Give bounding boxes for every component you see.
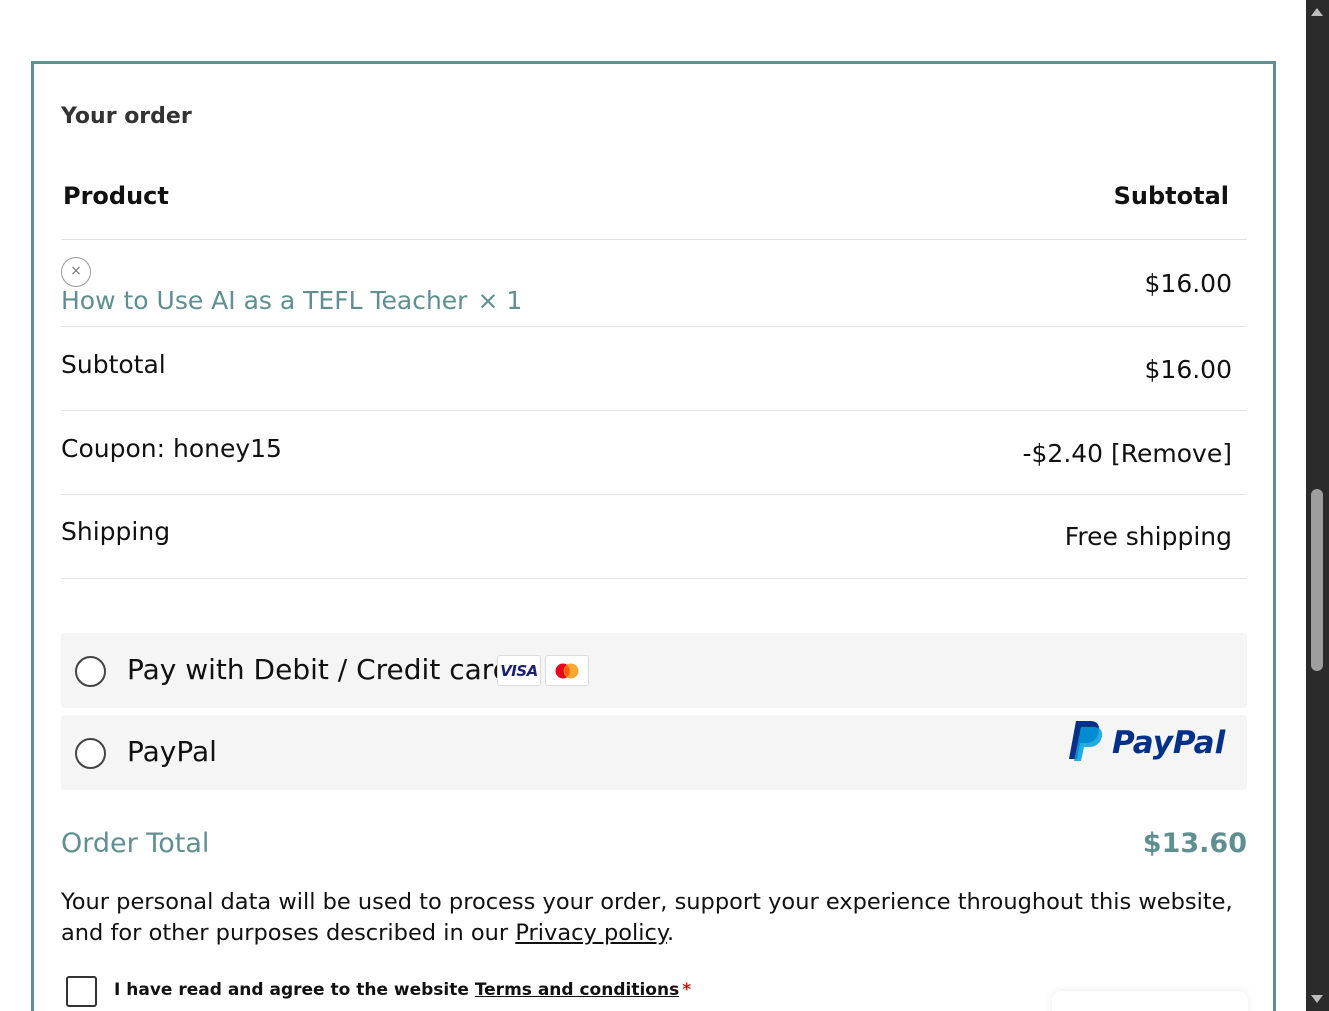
shipping-label: Shipping (61, 517, 171, 546)
checkout-page: Your order Product Subtotal × How to Use… (0, 0, 1306, 1011)
column-product-header: Product (63, 182, 169, 210)
subtotal-label: Subtotal (61, 350, 166, 379)
order-title: Your order (61, 104, 192, 129)
scroll-up-arrow-icon[interactable] (1311, 8, 1323, 16)
visa-logo: VISA (497, 655, 541, 686)
privacy-text-end: . (666, 920, 675, 946)
cart-item-row: × How to Use AI as a TEFL Teacher × 1 $16… (61, 241, 1247, 327)
coupon-row: Coupon: honey15 -$2.40 [Remove] (61, 412, 1247, 495)
terms-agreement-row: I have read and agree to the website Ter… (66, 974, 966, 1008)
terms-checkbox[interactable] (66, 976, 97, 1007)
scrollbar-thumb[interactable] (1311, 489, 1323, 671)
coupon-amount: -$2.40 (1022, 439, 1104, 468)
remove-item-icon[interactable]: × (61, 257, 91, 287)
subtotal-value: $16.00 (1144, 355, 1232, 384)
order-review-card: Your order Product Subtotal × How to Use… (31, 61, 1276, 1011)
product-price: $16.00 (1144, 269, 1232, 298)
order-total-row: Order Total $13.60 (61, 828, 1247, 868)
mastercard-icon (555, 663, 579, 678)
order-table-header: Product Subtotal (61, 182, 1247, 240)
order-total-value: $13.60 (1142, 828, 1247, 859)
mastercard-logo (545, 655, 589, 686)
subtotal-row: Subtotal $16.00 (61, 328, 1247, 411)
coupon-value: -$2.40 [Remove] (1022, 439, 1232, 468)
remove-coupon-link[interactable]: [Remove] (1111, 439, 1232, 468)
column-subtotal-header: Subtotal (1113, 182, 1229, 210)
order-total-label: Order Total (61, 828, 210, 859)
product-title-link[interactable]: How to Use AI as a TEFL Teacher (61, 286, 467, 315)
product-name: How to Use AI as a TEFL Teacher × 1 (61, 286, 522, 315)
paypal-logo-icon: PayPal (1069, 721, 1226, 761)
terms-text: I have read and agree to the website (114, 980, 475, 1000)
card-payment-radio[interactable] (75, 656, 106, 687)
product-quantity: × 1 (477, 286, 523, 315)
shipping-value: Free shipping (1064, 522, 1232, 551)
visa-logo-text: VISA (500, 661, 538, 680)
privacy-policy-link[interactable]: Privacy policy (515, 920, 667, 946)
coupon-label: Coupon: honey15 (61, 434, 282, 463)
paypal-logo-text: PayPal (1112, 725, 1226, 761)
payment-option-card[interactable]: Pay with Debit / Credit card VISA (61, 633, 1247, 708)
card-payment-label[interactable]: Pay with Debit / Credit card (127, 653, 511, 686)
scroll-down-arrow-icon[interactable] (1311, 995, 1323, 1003)
page-scrollbar[interactable] (1306, 0, 1329, 1011)
place-order-button[interactable] (1052, 991, 1248, 1011)
required-marker: * (682, 980, 692, 1000)
privacy-notice: Your personal data will be used to proce… (61, 887, 1241, 949)
terms-conditions-link[interactable]: Terms and conditions (475, 980, 679, 1000)
terms-label: I have read and agree to the website Ter… (114, 980, 691, 1000)
paypal-payment-radio[interactable] (75, 738, 106, 769)
payment-option-paypal[interactable]: PayPal PayPal (61, 715, 1247, 790)
card-brand-logos: VISA (497, 655, 589, 686)
paypal-payment-label[interactable]: PayPal (127, 735, 217, 768)
shipping-row: Shipping Free shipping (61, 495, 1247, 579)
